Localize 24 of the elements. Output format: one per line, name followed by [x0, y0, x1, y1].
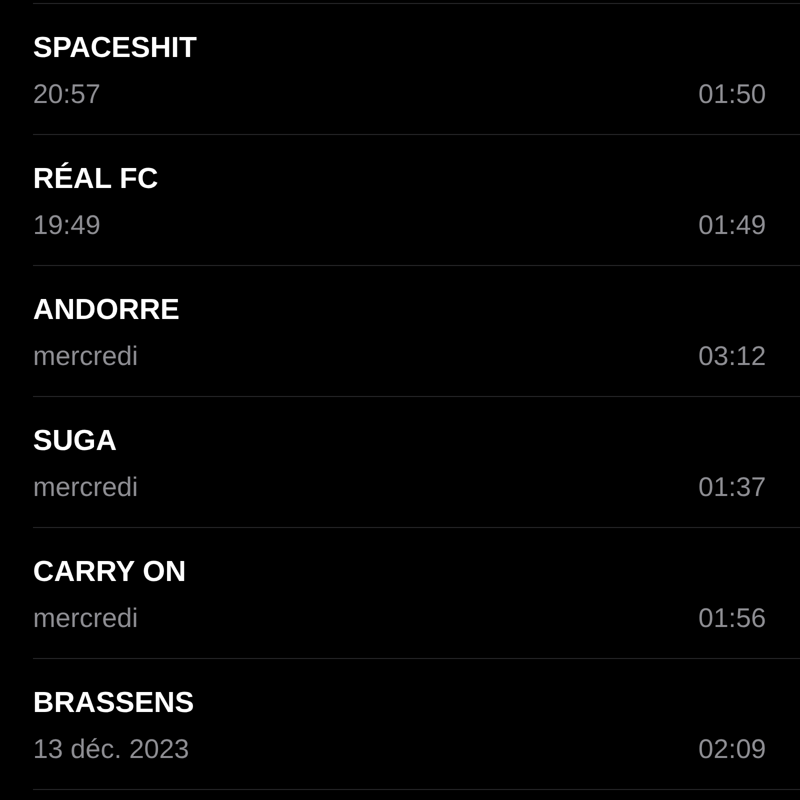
recording-duration: 01:56 [698, 602, 766, 635]
recording-row[interactable]: SPACESHIT 20:57 01:50 [33, 4, 800, 135]
recording-date: 13 déc. 2023 [33, 733, 190, 766]
recording-title: SUGA [33, 424, 118, 459]
recording-date: 20:57 [33, 78, 101, 111]
recording-row[interactable]: BRASSENS 13 déc. 2023 02:09 [33, 659, 800, 790]
recording-row[interactable]: RÉAL FC 19:49 01:49 [33, 135, 800, 266]
recording-duration: 01:50 [698, 78, 766, 111]
recording-title: CARRY ON [33, 555, 188, 590]
recording-row[interactable]: ANDORRE mercredi 03:12 [33, 266, 800, 397]
recording-title: RÉAL FC [33, 161, 160, 197]
recording-duration: 01:37 [698, 471, 766, 504]
recording-date: mercredi [33, 471, 138, 504]
recording-title: BRASSENS [33, 686, 196, 721]
recording-title: ANDORRE [33, 293, 181, 328]
recording-duration: 01:49 [698, 209, 766, 242]
recording-row[interactable]: SUGA mercredi 01:37 [33, 397, 800, 528]
recording-row[interactable]: CARRY ON mercredi 01:56 [33, 528, 800, 659]
recording-date: 19:49 [33, 209, 101, 242]
recording-title: SPACESHIT [33, 31, 198, 66]
recording-duration: 03:12 [698, 340, 766, 373]
recording-date: mercredi [33, 602, 138, 635]
recording-date: mercredi [33, 340, 138, 373]
recording-duration: 02:09 [698, 733, 766, 766]
